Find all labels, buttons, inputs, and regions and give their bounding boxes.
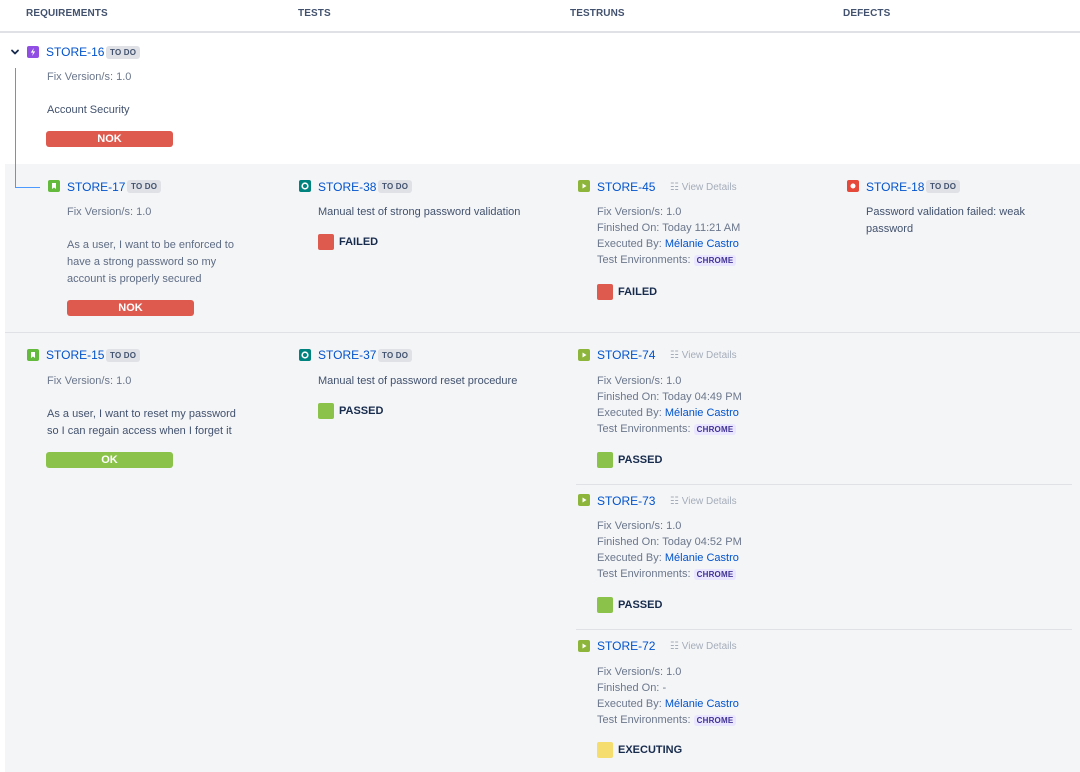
result-color-swatch — [597, 284, 613, 300]
test-run-info: Fix Version/s: 1.0 Finished On: Today 11… — [597, 206, 741, 266]
user-link[interactable]: Mélanie Castro — [665, 238, 739, 250]
view-details-link[interactable]: ☷ View Details — [670, 496, 737, 507]
test-summary: Manual test of password reset procedure — [318, 375, 518, 387]
epic-icon — [27, 46, 39, 58]
row-store-15-background — [5, 333, 1080, 772]
story-icon — [48, 180, 60, 192]
test-run-divider — [576, 484, 1072, 485]
defect-key-link[interactable]: STORE-18 — [866, 180, 924, 194]
result-color-swatch — [597, 452, 613, 468]
requirement-summary: Account Security — [47, 104, 130, 116]
status-badge: TO DO — [106, 349, 141, 362]
environment-tag: CHROME — [693, 424, 737, 435]
header-requirements: REQUIREMENTS — [26, 8, 108, 19]
user-link[interactable]: Mélanie Castro — [665, 552, 739, 564]
test-run-icon — [578, 640, 590, 652]
view-details-link[interactable]: ☷ View Details — [670, 350, 737, 361]
test-icon — [299, 349, 311, 361]
test-run-key-link[interactable]: STORE-74 — [597, 348, 655, 362]
coverage-status-bar: NOK — [46, 131, 173, 147]
test-run-icon — [578, 494, 590, 506]
issue-key-link[interactable]: STORE-17 — [67, 180, 125, 194]
status-badge: TO DO — [106, 46, 141, 59]
test-run-result-label: FAILED — [618, 286, 658, 298]
test-run-result-label: PASSED — [618, 454, 663, 466]
view-details-link[interactable]: ☷ View Details — [670, 182, 737, 193]
environment-tag: CHROME — [693, 255, 737, 266]
fix-version: Fix Version/s: 1.0 — [67, 206, 152, 218]
issue-key-link[interactable]: STORE-15 — [46, 348, 104, 362]
header-tests: TESTS — [298, 8, 331, 19]
test-run-result-label: EXECUTING — [618, 744, 683, 756]
issue-key-link[interactable]: STORE-16 — [46, 45, 104, 59]
status-badge: TO DO — [378, 349, 413, 362]
details-icon: ☷ — [670, 496, 682, 507]
test-icon — [299, 180, 311, 192]
environment-tag: CHROME — [693, 715, 737, 726]
test-run-key-link[interactable]: STORE-72 — [597, 639, 655, 653]
test-run-info: Fix Version/s: 1.0 Finished On: Today 04… — [597, 520, 742, 580]
test-summary: Manual test of strong password validatio… — [318, 206, 521, 218]
fix-version: Fix Version/s: 1.0 — [47, 375, 132, 387]
test-result-label: PASSED — [339, 405, 384, 417]
result-color-swatch — [597, 597, 613, 613]
collapse-chevron-icon[interactable] — [9, 46, 21, 58]
test-result-label: FAILED — [339, 236, 379, 248]
test-run-key-link[interactable]: STORE-45 — [597, 180, 655, 194]
header-defects: DEFECTS — [843, 8, 891, 19]
details-icon: ☷ — [670, 641, 682, 652]
test-run-icon — [578, 180, 590, 192]
result-color-swatch — [597, 742, 613, 758]
tree-connector-horizontal — [15, 187, 40, 188]
coverage-status-bar: NOK — [67, 300, 194, 316]
story-icon — [27, 349, 39, 361]
bug-icon — [847, 180, 859, 192]
tree-connector-vertical — [15, 68, 16, 188]
environment-tag: CHROME — [693, 569, 737, 580]
details-icon: ☷ — [670, 182, 682, 193]
result-color-swatch — [318, 234, 334, 250]
requirement-summary: As a user, I want to be enforced to have… — [67, 239, 234, 285]
test-run-key-link[interactable]: STORE-73 — [597, 494, 655, 508]
status-badge: TO DO — [127, 180, 162, 193]
user-link[interactable]: Mélanie Castro — [665, 698, 739, 710]
test-run-info: Fix Version/s: 1.0 Finished On: - Execut… — [597, 666, 739, 726]
test-key-link[interactable]: STORE-38 — [318, 180, 376, 194]
fix-version: Fix Version/s: 1.0 — [47, 71, 132, 83]
defect-summary: Password validation failed: weak passwor… — [866, 206, 1025, 235]
status-badge: TO DO — [926, 180, 961, 193]
test-run-info: Fix Version/s: 1.0 Finished On: Today 04… — [597, 375, 742, 435]
coverage-status-bar: OK — [46, 452, 173, 468]
test-run-icon — [578, 349, 590, 361]
header-testruns: TESTRUNS — [570, 8, 625, 19]
header-divider — [0, 31, 1080, 33]
test-run-result-label: PASSED — [618, 599, 663, 611]
test-key-link[interactable]: STORE-37 — [318, 348, 376, 362]
details-icon: ☷ — [670, 350, 682, 361]
test-run-divider — [576, 629, 1072, 630]
user-link[interactable]: Mélanie Castro — [665, 407, 739, 419]
view-details-link[interactable]: ☷ View Details — [670, 641, 737, 652]
status-badge: TO DO — [378, 180, 413, 193]
result-color-swatch — [318, 403, 334, 419]
requirement-summary: As a user, I want to reset my password s… — [47, 408, 236, 437]
